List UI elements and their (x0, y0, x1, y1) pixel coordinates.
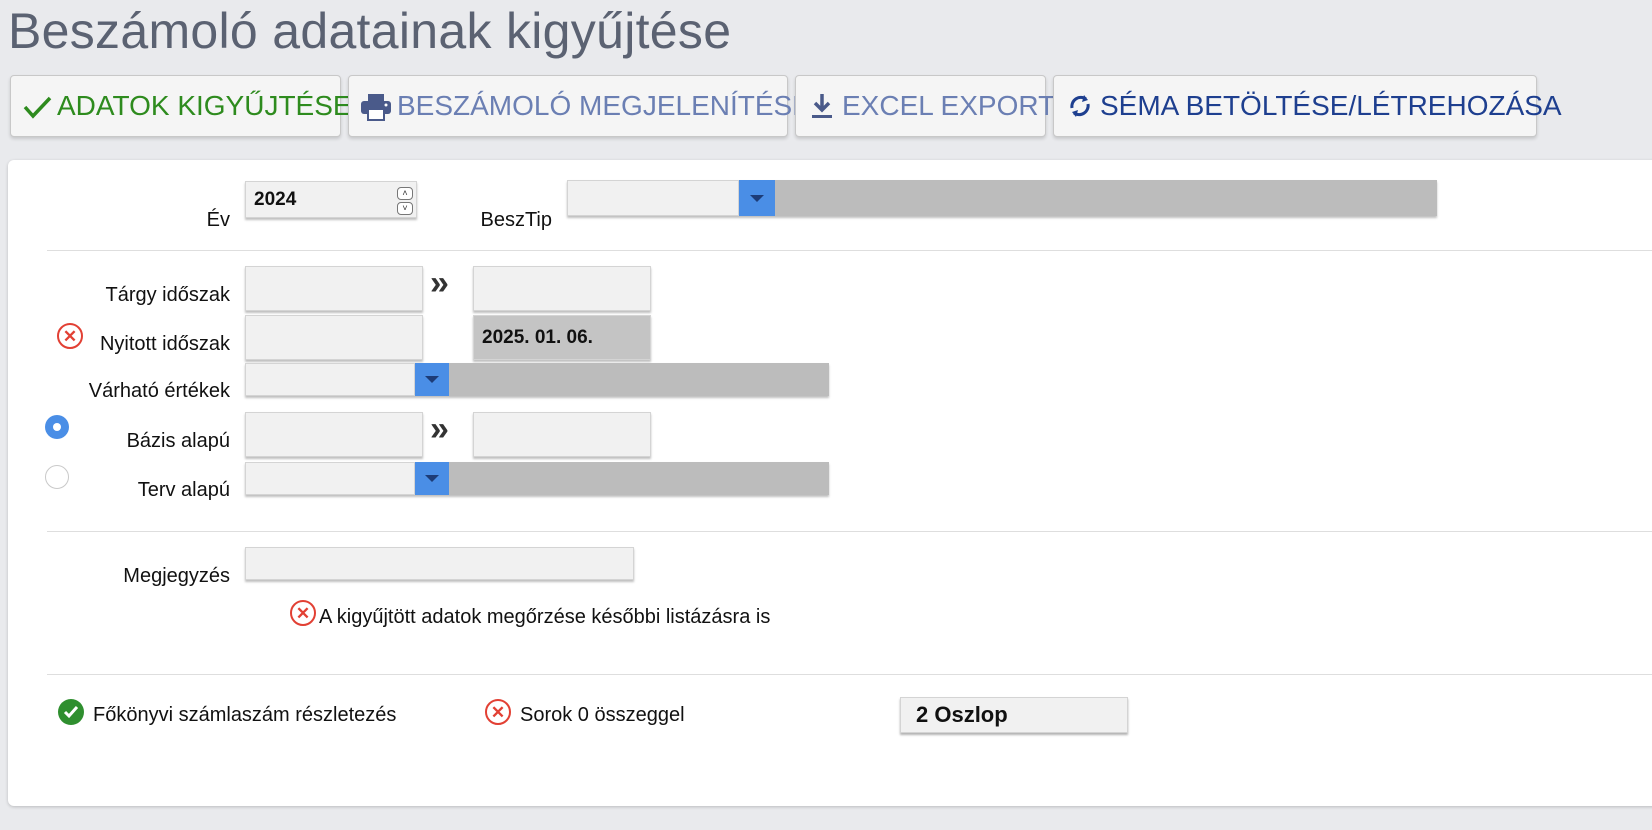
besztip-label: BeszTip (480, 209, 552, 231)
targy-to-input[interactable] (473, 266, 651, 311)
double-chevron-right-icon: » (430, 264, 449, 302)
collect-data-label: ADATOK KIGYŰJTÉSE (57, 90, 352, 121)
megjegyzes-label: Megjegyzés (123, 565, 230, 587)
refresh-icon (1064, 90, 1096, 122)
chevron-down-icon (750, 194, 764, 202)
sorok-label: Sorok 0 összeggel (520, 704, 685, 726)
fokonyvi-label: Főkönyvi számlaszám részletezés (93, 704, 397, 726)
nyitott-label: Nyitott időszak (99, 333, 230, 355)
varhato-select[interactable] (245, 363, 829, 396)
preserve-label: A kigyűjtött adatok megőrzése későbbi li… (319, 606, 771, 628)
divider (47, 531, 1652, 532)
excel-export-button[interactable]: EXCEL EXPORT (795, 75, 1055, 137)
display-report-label: BESZÁMOLÓ MEGJELENÍTÉSE (397, 90, 811, 121)
varhato-dropdown-button[interactable] (415, 363, 449, 396)
page-title: Beszámoló adatainak kigyűjtése (8, 3, 732, 59)
year-input[interactable]: 2024 ˄ ˅ (245, 181, 417, 218)
fokonyvi-checkbox-check-icon[interactable] (58, 699, 84, 725)
besztip-input[interactable] (567, 180, 739, 216)
varhato-input[interactable] (245, 363, 415, 396)
nyitott-to-value: 2025. 01. 06. (482, 326, 593, 348)
year-value: 2024 (254, 188, 297, 210)
check-icon (21, 90, 53, 122)
divider (47, 674, 1652, 675)
bazis-to-input[interactable] (473, 412, 651, 457)
stepper-down-icon[interactable]: ˅ (397, 202, 413, 215)
schema-load-label: SÉMA BETÖLTÉSE/LÉTREHOZÁSA (1100, 90, 1562, 121)
besztip-dropdown-button[interactable] (739, 180, 775, 216)
bazis-from-input[interactable] (245, 412, 423, 457)
columns-select[interactable]: 2 Oszlop (900, 697, 1128, 733)
divider (47, 250, 1652, 251)
stepper-up-icon[interactable]: ˄ (397, 187, 413, 200)
sorok-checkbox-x-icon[interactable]: ✕ (485, 699, 511, 725)
terv-input[interactable] (245, 462, 415, 495)
terv-select[interactable] (245, 462, 829, 495)
schema-load-button[interactable]: SÉMA BETÖLTÉSE/LÉTREHOZÁSA (1053, 75, 1562, 137)
excel-export-label: EXCEL EXPORT (842, 90, 1056, 121)
megjegyzes-input[interactable] (245, 547, 634, 580)
year-label: Év (206, 209, 230, 231)
targy-from-input[interactable] (245, 266, 423, 311)
chevron-down-icon (425, 475, 439, 482)
terv-dropdown-button[interactable] (415, 462, 449, 495)
nyitott-to-input[interactable]: 2025. 01. 06. (473, 315, 651, 360)
download-icon (806, 90, 838, 122)
targy-label: Tárgy időszak (105, 284, 231, 306)
display-report-button[interactable]: BESZÁMOLÓ MEGJELENÍTÉSE (348, 75, 811, 137)
collect-data-button[interactable]: ADATOK KIGYŰJTÉSE (10, 75, 352, 137)
printer-icon (359, 90, 393, 122)
year-stepper[interactable]: ˄ ˅ (397, 187, 413, 215)
double-chevron-right-icon: » (430, 410, 449, 448)
varhato-label: Várható értékek (88, 380, 230, 402)
bazis-label: Bázis alapú (126, 430, 230, 452)
terv-label: Terv alapú (137, 479, 230, 501)
chevron-down-icon (425, 376, 439, 383)
preserve-checkbox-x-icon[interactable]: ✕ (290, 600, 316, 626)
nyitott-from-input[interactable] (245, 315, 423, 360)
besztip-select[interactable] (567, 180, 1437, 216)
